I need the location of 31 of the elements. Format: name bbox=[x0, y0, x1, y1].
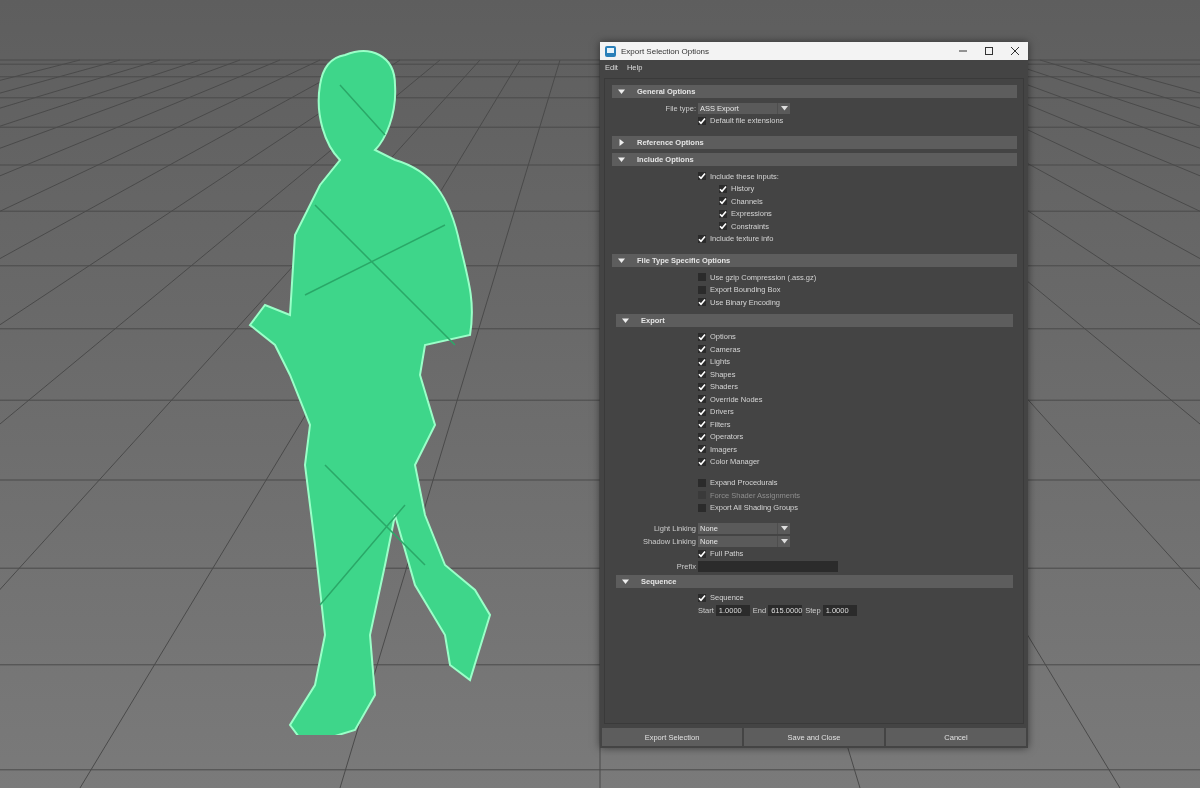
checkbox[interactable] bbox=[698, 357, 706, 366]
caret-icon bbox=[780, 105, 788, 111]
maximize-icon bbox=[984, 46, 994, 56]
checkbox[interactable] bbox=[698, 345, 706, 354]
checkbox[interactable] bbox=[698, 420, 706, 429]
checkbox[interactable] bbox=[698, 332, 706, 341]
close-icon bbox=[1010, 46, 1020, 56]
checkbox[interactable] bbox=[698, 172, 706, 181]
checkbox[interactable] bbox=[698, 382, 706, 391]
checkbox[interactable] bbox=[698, 549, 706, 558]
checkbox[interactable] bbox=[698, 407, 706, 416]
checkbox[interactable] bbox=[698, 395, 706, 404]
checkbox[interactable] bbox=[698, 234, 706, 243]
checkbox[interactable] bbox=[698, 116, 706, 125]
window-title: Export Selection Options bbox=[621, 46, 710, 56]
checkbox[interactable] bbox=[719, 184, 727, 193]
checkbox[interactable] bbox=[698, 445, 706, 454]
checkbox[interactable] bbox=[698, 285, 706, 294]
checkbox[interactable] bbox=[719, 222, 727, 231]
checkbox[interactable] bbox=[698, 298, 706, 307]
checkbox[interactable] bbox=[719, 209, 727, 218]
checkbox[interactable] bbox=[698, 503, 706, 512]
checkbox[interactable] bbox=[698, 478, 706, 487]
checkbox[interactable] bbox=[698, 370, 706, 379]
checkbox[interactable] bbox=[698, 432, 706, 441]
checkbox[interactable] bbox=[698, 457, 706, 466]
checkbox[interactable] bbox=[698, 273, 706, 282]
checkbox[interactable] bbox=[698, 593, 706, 602]
prefix-input-field[interactable] bbox=[698, 560, 838, 572]
app-icon bbox=[605, 45, 616, 57]
checkbox[interactable] bbox=[719, 197, 727, 206]
